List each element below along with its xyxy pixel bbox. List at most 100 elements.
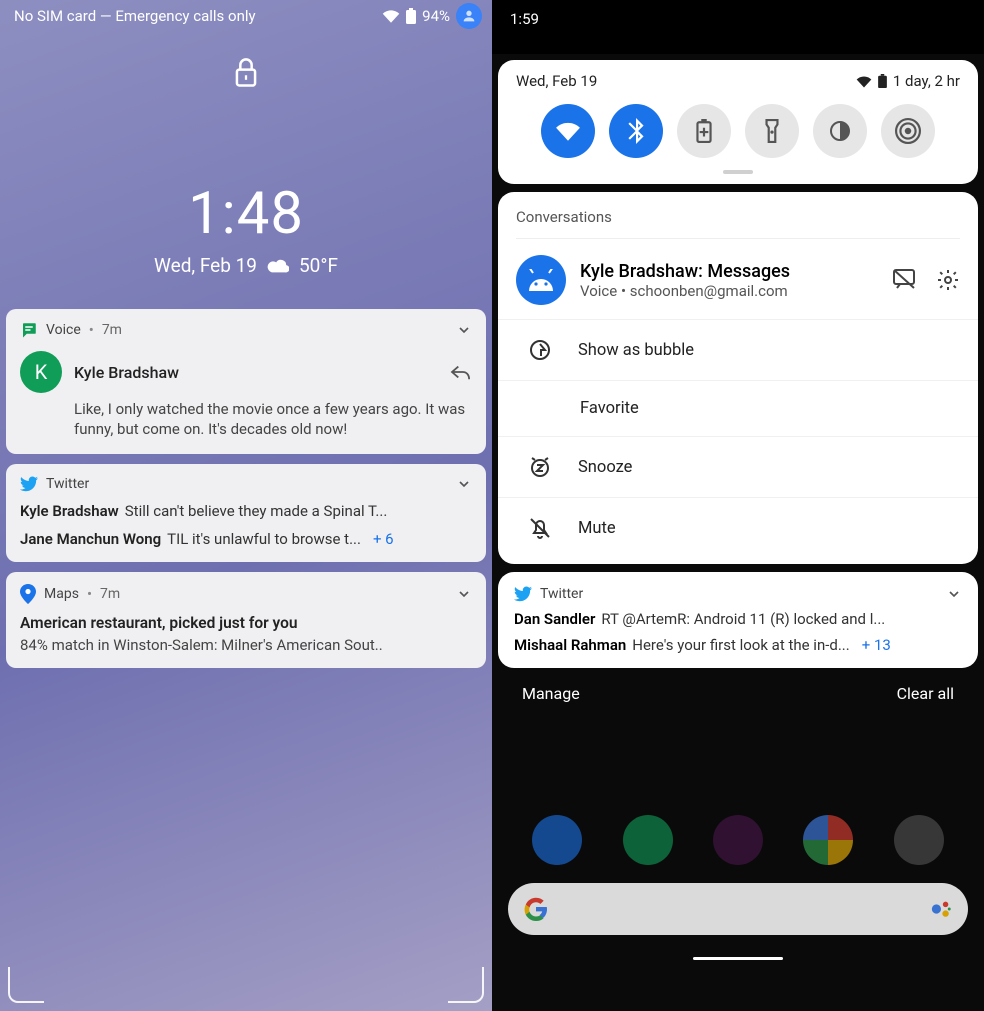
action-snooze[interactable]: Snooze: [498, 436, 978, 497]
shade-pane: 1:59 Wed, Feb 19 1 day, 2 hr: [492, 0, 984, 1011]
action-label: Mute: [578, 519, 616, 538]
battery-icon: [878, 74, 887, 88]
voice-app-icon: [20, 321, 38, 339]
notification-list: Voice • 7m K Kyle Bradshaw Like, I only …: [0, 309, 492, 668]
dock-chrome-icon[interactable]: [803, 815, 853, 865]
qs-hotspot-tile[interactable]: [881, 104, 935, 158]
tweet-author: Jane Manchun Wong: [20, 530, 161, 548]
battery-plus-icon: [696, 119, 712, 143]
clear-all-button[interactable]: Clear all: [897, 684, 954, 703]
notification-twitter[interactable]: Twitter Kyle Bradshaw Still can't believ…: [6, 464, 486, 562]
conversation-subtitle: Voice • schoonben@gmail.com: [580, 282, 790, 300]
quick-settings-panel[interactable]: Wed, Feb 19 1 day, 2 hr: [498, 60, 978, 184]
search-bar[interactable]: [508, 883, 968, 935]
chevron-down-icon[interactable]: [456, 476, 472, 492]
contrast-icon: [828, 119, 852, 143]
lockscreen-pane: No SIM card — Emergency calls only 94% 1…: [0, 0, 492, 1011]
more-count[interactable]: + 6: [367, 530, 394, 548]
qs-wifi-tile[interactable]: [541, 104, 595, 158]
reply-icon[interactable]: [450, 363, 472, 381]
qs-bluetooth-tile[interactable]: [609, 104, 663, 158]
notification-voice[interactable]: Voice • 7m K Kyle Bradshaw Like, I only …: [6, 309, 486, 454]
qs-date: Wed, Feb 19: [516, 72, 597, 90]
chevron-down-icon[interactable]: [946, 586, 962, 602]
clock-block: 1:48 Wed, Feb 19 50°F: [0, 180, 492, 277]
sender-name: Kyle Bradshaw: [74, 363, 438, 382]
more-count[interactable]: + 13: [856, 636, 891, 654]
lock-icon[interactable]: [232, 56, 260, 90]
action-label: Favorite: [580, 399, 639, 418]
action-show-bubble[interactable]: Show as bubble: [498, 319, 978, 380]
app-name: Voice: [46, 322, 81, 338]
camera-corner-hint[interactable]: [448, 967, 484, 1003]
bubble-off-icon[interactable]: [892, 268, 916, 290]
cloud-icon: [267, 258, 289, 274]
status-bar: No SIM card — Emergency calls only 94%: [0, 0, 492, 28]
dock: [492, 801, 984, 865]
bluetooth-icon: [628, 118, 644, 144]
tweet-row: Jane Manchun Wong TIL it's unlawful to b…: [20, 530, 472, 548]
shade-footer: Manage Clear all: [492, 678, 984, 709]
nav-handle[interactable]: [693, 957, 783, 960]
tweet-text: Still can't believe they made a Spinal T…: [125, 502, 388, 520]
assistant-icon: [930, 898, 952, 920]
tweet-author: Dan Sandler: [514, 610, 595, 628]
wifi-icon: [555, 121, 581, 141]
notification-age: 7m: [100, 586, 120, 602]
qs-battery-saver-tile[interactable]: [677, 104, 731, 158]
action-mute[interactable]: Mute: [498, 497, 978, 558]
maps-title: American restaurant, picked just for you: [20, 614, 472, 632]
gear-icon[interactable]: [936, 268, 960, 292]
tweet-row: Dan Sandler RT @ArtemR: Android 11 (R) l…: [514, 610, 962, 628]
twitter-icon: [20, 476, 38, 492]
sender-avatar: K: [20, 351, 62, 393]
tweet-text: Here's your first look at the in-d...: [632, 636, 849, 654]
message-body: Like, I only watched the movie once a fe…: [20, 399, 472, 440]
android-head-icon: [525, 269, 557, 291]
conversation-avatar: [516, 255, 566, 305]
dock-slack-icon[interactable]: [713, 815, 763, 865]
app-name: Maps: [44, 586, 79, 602]
qs-flashlight-tile[interactable]: [745, 104, 799, 158]
twitter-icon: [514, 586, 532, 602]
tweet-row: Kyle Bradshaw Still can't believe they m…: [20, 502, 472, 520]
tweet-author: Kyle Bradshaw: [20, 502, 119, 520]
chevron-down-icon[interactable]: [456, 322, 472, 338]
conversation-header[interactable]: Kyle Bradshaw: Messages Voice • schoonbe…: [498, 239, 978, 319]
dock-camera-icon[interactable]: [894, 815, 944, 865]
app-name: Twitter: [46, 476, 89, 492]
maps-subtitle: 84% match in Winston-Salem: Milner's Ame…: [20, 636, 472, 654]
expand-handle[interactable]: [723, 170, 753, 174]
snooze-icon: [528, 455, 552, 479]
conversation-title: Kyle Bradshaw: Messages: [580, 261, 790, 282]
google-g-icon: [524, 897, 548, 921]
tweet-author: Mishaal Rahman: [514, 636, 626, 654]
clock-date: Wed, Feb 19: [154, 254, 257, 277]
qs-dark-theme-tile[interactable]: [813, 104, 867, 158]
manage-button[interactable]: Manage: [522, 684, 580, 703]
notification-maps[interactable]: Maps • 7m American restaurant, picked ju…: [6, 572, 486, 668]
bubble-icon: [528, 338, 552, 362]
dock-phone-icon[interactable]: [532, 815, 582, 865]
tweet-text: TIL it's unlawful to browse t...: [167, 530, 361, 548]
notification-twitter[interactable]: Twitter Dan Sandler RT @ArtemR: Android …: [498, 572, 978, 668]
battery-icon: [406, 8, 416, 24]
dock-phone2-icon[interactable]: [623, 815, 673, 865]
action-label: Show as bubble: [578, 341, 694, 360]
wifi-icon: [382, 9, 400, 23]
battery-percent: 94%: [422, 7, 450, 25]
conversations-panel: Conversations Kyle Bradshaw: Messages Vo…: [498, 192, 978, 564]
flashlight-icon: [764, 119, 780, 143]
clock-time: 1:48: [0, 180, 492, 248]
lock-row: [0, 56, 492, 90]
action-label: Snooze: [578, 458, 632, 477]
chevron-down-icon[interactable]: [456, 586, 472, 602]
tweet-row: Mishaal Rahman Here's your first look at…: [514, 636, 962, 654]
camera-corner-hint[interactable]: [8, 967, 44, 1003]
bubble-avatar-icon[interactable]: [456, 3, 482, 29]
maps-pin-icon: [20, 584, 36, 604]
sim-status-text: No SIM card — Emergency calls only: [14, 7, 256, 25]
notification-age: 7m: [102, 322, 122, 338]
hotspot-icon: [895, 118, 921, 144]
action-favorite[interactable]: Favorite: [498, 380, 978, 436]
